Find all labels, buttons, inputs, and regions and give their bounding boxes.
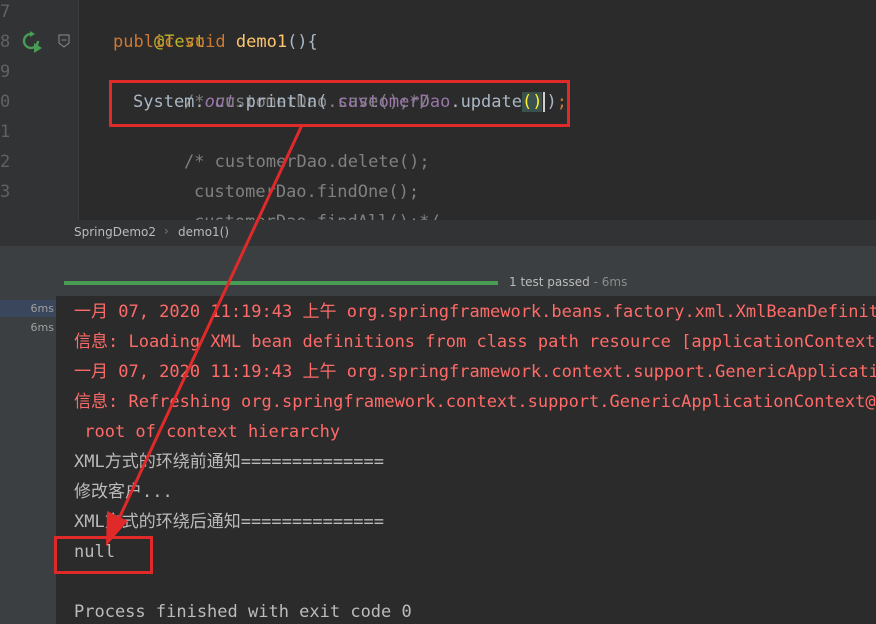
annotation-arrow xyxy=(106,124,304,546)
